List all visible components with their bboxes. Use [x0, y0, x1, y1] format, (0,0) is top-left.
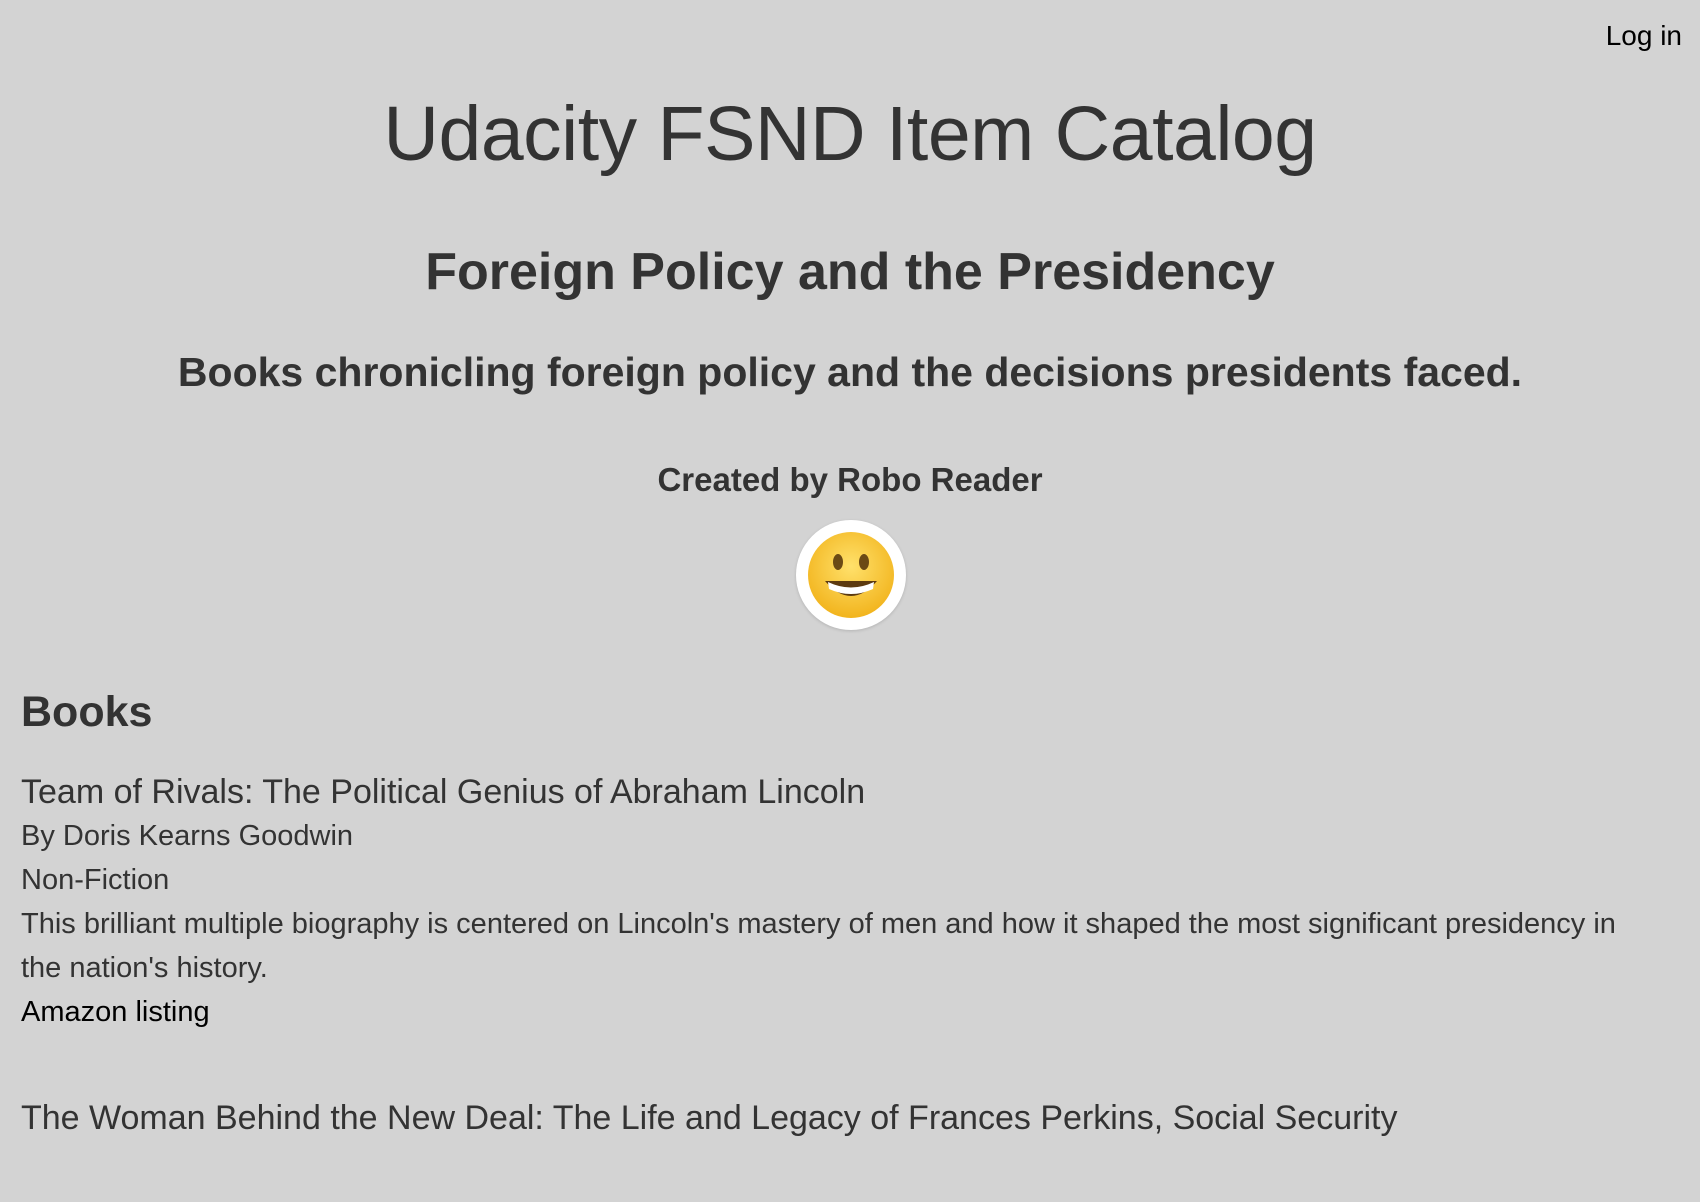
book-summary: This brilliant multiple biography is cen…	[21, 908, 1616, 984]
book-item: The Woman Behind the New Deal: The Life …	[21, 1096, 1641, 1140]
book-genre: Non-Fiction	[21, 864, 170, 896]
books-heading: Books	[21, 688, 153, 736]
creator-line: Created by Robo Reader	[657, 461, 1043, 498]
login-link[interactable]: Log in	[1606, 18, 1682, 54]
book-item: Team of Rivals: The Political Genius of …	[21, 770, 1641, 1034]
book-title: The Woman Behind the New Deal: The Life …	[21, 1099, 1398, 1137]
category-description: Books chronicling foreign policy and the…	[177, 349, 1523, 395]
book-list: Team of Rivals: The Political Genius of …	[21, 770, 1641, 1202]
book-title: Team of Rivals: The Political Genius of …	[21, 773, 866, 811]
book-author: By Doris Kearns Goodwin	[21, 820, 354, 852]
category-title: Foreign Policy and the Presidency	[425, 243, 1275, 301]
creator-avatar	[796, 520, 906, 630]
amazon-listing-link[interactable]: Amazon listing	[21, 990, 210, 1034]
grinning-face-icon	[808, 532, 894, 618]
site-title: Udacity FSND Item Catalog	[383, 91, 1317, 177]
